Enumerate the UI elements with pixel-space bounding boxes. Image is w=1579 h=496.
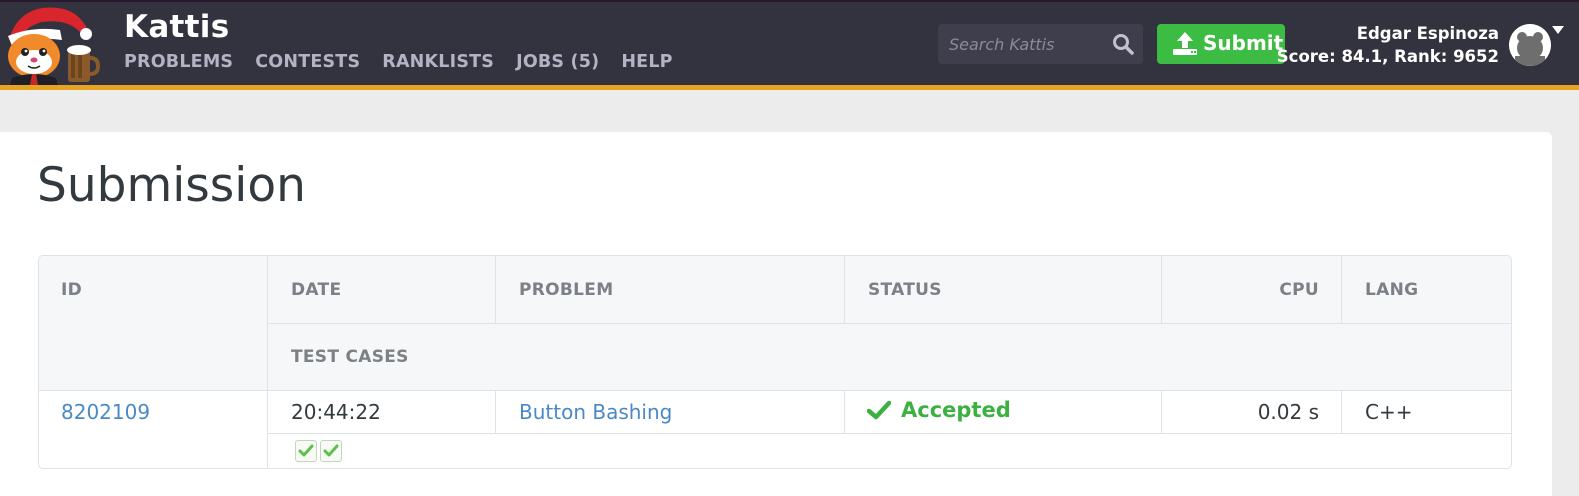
page-title: Submission [37,158,306,213]
submission-table: ID DATE PROBLEM STATUS CPU LANG TEST CAS… [38,255,1512,469]
nav-jobs[interactable]: JOBS (5) [516,52,599,72]
test-case-accepted[interactable] [320,440,342,462]
column-divider [267,256,268,468]
column-divider [495,390,496,433]
header-cpu: CPU [1279,280,1319,300]
language: C++ [1365,400,1413,424]
nav-help[interactable]: HELP [621,52,672,72]
header-status: STATUS [868,280,942,300]
user-score: Score: 84.1, Rank: 9652 [1276,47,1499,66]
column-divider [1161,256,1162,323]
header-lang: LANG [1365,280,1419,300]
problem-link[interactable]: Button Bashing [519,400,672,424]
nav-ranklists[interactable]: RANKLISTS [382,52,494,72]
status-text: Accepted [901,398,1011,422]
accent-bar [0,85,1579,90]
search-icon[interactable] [1112,33,1134,55]
row-divider [267,433,1511,434]
caret-down-icon[interactable] [1552,26,1564,34]
row-divider [39,390,1511,391]
check-icon [323,444,339,457]
main-nav: PROBLEMS CONTESTS RANKLISTS JOBS (5) HEL… [124,52,695,72]
upload-icon [1173,32,1197,55]
nav-contests[interactable]: CONTESTS [255,52,360,72]
header-date: DATE [291,280,342,300]
column-divider [844,390,845,433]
column-divider [1341,390,1342,433]
header-id: ID [61,280,83,300]
submit-label: Submit [1203,31,1284,55]
column-divider [1161,390,1162,433]
search-input[interactable] [938,24,1108,64]
column-divider [844,256,845,323]
site-title[interactable]: Kattis [124,9,229,45]
submission-date: 20:44:22 [291,400,381,424]
column-divider [495,256,496,323]
test-case-accepted[interactable] [295,440,317,462]
cpu-time: 0.02 s [1257,400,1319,424]
submit-button[interactable]: Submit [1157,24,1285,64]
submission-id-link[interactable]: 8202109 [61,400,150,424]
row-divider [267,323,1511,324]
check-icon [298,444,314,457]
header-test-cases: TEST CASES [291,347,409,367]
user-name[interactable]: Edgar Espinoza [1357,24,1499,43]
top-navbar [0,0,1579,85]
nav-problems[interactable]: PROBLEMS [124,52,233,72]
user-avatar-icon[interactable] [1509,24,1551,66]
kattis-logo[interactable] [2,0,102,85]
check-icon [867,400,891,420]
status-badge: Accepted [867,398,1011,422]
column-divider [1341,256,1342,323]
header-problem: PROBLEM [519,280,614,300]
